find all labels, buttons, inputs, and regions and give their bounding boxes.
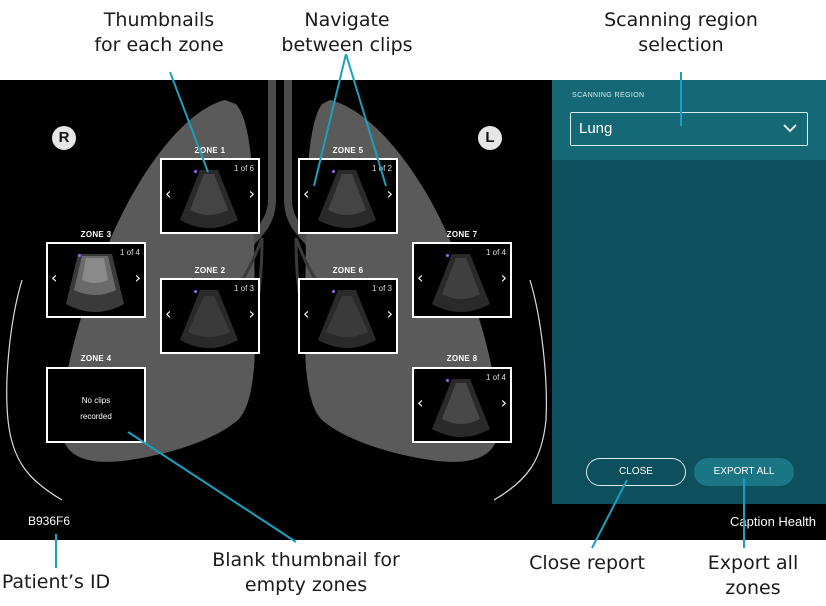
chevron-left-icon[interactable]: ‹ (165, 306, 171, 322)
annotation-scanning-region: Scanning region selection (576, 8, 786, 58)
left-side-badge: L (478, 126, 502, 150)
ultrasound-clip-image (180, 170, 238, 228)
zone-label: ZONE 1 (194, 146, 226, 155)
annotation-thumbnails-line2: for each zone (94, 34, 224, 56)
annotation-export-all-line1: Export all (707, 552, 799, 574)
zone-thumbnail-4-empty: No clips recorded (46, 367, 146, 443)
zone-label: ZONE 5 (332, 146, 364, 155)
ultrasound-clip-image (432, 254, 490, 312)
ultrasound-clip-image (66, 254, 124, 312)
chevron-left-icon[interactable]: ‹ (417, 270, 423, 286)
zone-thumbnail-8[interactable]: 1 of 4 ‹ › (412, 367, 512, 443)
zone-label: ZONE 3 (80, 230, 112, 239)
annotation-blank-thumbnail-line2: empty zones (244, 574, 368, 596)
zone-thumbnail-1[interactable]: 1 of 6 ‹ › (160, 158, 260, 234)
chevron-left-icon[interactable]: ‹ (417, 395, 423, 411)
chevron-right-icon[interactable]: › (387, 186, 393, 202)
annotation-blank-thumbnail-line1: Blank thumbnail for (212, 549, 400, 571)
zone-label: ZONE 7 (446, 230, 478, 239)
clip-counter: 1 of 6 (233, 164, 254, 173)
scanning-region-section: SCANNING REGION Lung (552, 80, 826, 160)
scanning-region-heading: SCANNING REGION (572, 92, 645, 99)
marker-dot (332, 290, 335, 293)
chevron-right-icon[interactable]: › (501, 395, 507, 411)
chevron-right-icon[interactable]: › (387, 306, 393, 322)
clip-counter: 1 of 3 (371, 284, 392, 293)
clip-counter: 1 of 4 (485, 248, 506, 257)
marker-dot (446, 254, 449, 257)
scanning-region-select[interactable]: Lung (570, 112, 808, 146)
no-clips-message: No clips recorded (80, 396, 112, 421)
marker-dot (332, 170, 335, 173)
annotation-thumbnails-line1: Thumbnails (103, 9, 215, 31)
clip-counter: 1 of 2 (371, 164, 392, 173)
zone-thumbnail-5[interactable]: 1 of 2 ‹ › (298, 158, 398, 234)
chevron-left-icon[interactable]: ‹ (303, 186, 309, 202)
annotation-scanning-region-line1: Scanning region (604, 9, 758, 31)
chevron-right-icon[interactable]: › (249, 306, 255, 322)
app-screen: R L ZONE 1 1 of 6 ‹ › ZONE 2 1 of 3 ‹ › … (0, 80, 826, 540)
zone-thumbnail-6[interactable]: 1 of 3 ‹ › (298, 278, 398, 354)
annotation-navigate-line2: between clips (281, 34, 413, 56)
annotation-navigate-line1: Navigate (304, 9, 390, 31)
chevron-down-icon (783, 124, 797, 133)
brand-logo: Caption Health (730, 514, 816, 529)
ultrasound-clip-image (318, 290, 376, 348)
report-side-panel: SCANNING REGION Lung CLOSE EXPORT ALL (552, 80, 826, 504)
marker-dot (194, 170, 197, 173)
chevron-right-icon[interactable]: › (135, 270, 141, 286)
zone-label: ZONE 6 (332, 266, 364, 275)
zone-label: ZONE 4 (80, 354, 112, 363)
ultrasound-clip-image (432, 379, 490, 437)
annotation-close-report: Close report (512, 551, 662, 576)
clip-counter: 1 of 4 (485, 373, 506, 382)
annotation-navigate: Navigate between clips (272, 8, 422, 58)
annotation-patient-id: Patient’s ID (0, 570, 112, 595)
close-button[interactable]: CLOSE (586, 458, 686, 486)
scanning-region-value: Lung (579, 120, 613, 137)
chevron-left-icon[interactable]: ‹ (165, 186, 171, 202)
patient-id: B936F6 (28, 514, 71, 528)
marker-dot (78, 254, 81, 257)
annotation-export-all-line2: zones (725, 577, 781, 599)
marker-dot (194, 290, 197, 293)
chevron-right-icon[interactable]: › (501, 270, 507, 286)
right-side-badge: R (52, 126, 76, 150)
annotation-export-all: Export all zones (688, 551, 818, 601)
annotation-close-report-line1: Close report (529, 552, 645, 574)
chevron-left-icon[interactable]: ‹ (51, 270, 57, 286)
annotation-scanning-region-line2: selection (638, 34, 724, 56)
annotation-blank-thumbnail: Blank thumbnail for empty zones (196, 548, 416, 598)
export-all-button[interactable]: EXPORT ALL (694, 458, 794, 486)
zone-thumbnail-3[interactable]: 1 of 4 ‹ › (46, 242, 146, 318)
ultrasound-clip-image (180, 290, 238, 348)
clip-counter: 1 of 3 (233, 284, 254, 293)
zone-label: ZONE 8 (446, 354, 478, 363)
chevron-left-icon[interactable]: ‹ (303, 306, 309, 322)
annotation-thumbnails: Thumbnails for each zone (84, 8, 234, 58)
annotation-patient-id-line1: Patient’s ID (1, 571, 111, 593)
chevron-right-icon[interactable]: › (249, 186, 255, 202)
zone-thumbnail-7[interactable]: 1 of 4 ‹ › (412, 242, 512, 318)
zone-thumbnail-2[interactable]: 1 of 3 ‹ › (160, 278, 260, 354)
marker-dot (446, 379, 449, 382)
clip-counter: 1 of 4 (119, 248, 140, 257)
ultrasound-clip-image (318, 170, 376, 228)
zone-label: ZONE 2 (194, 266, 226, 275)
